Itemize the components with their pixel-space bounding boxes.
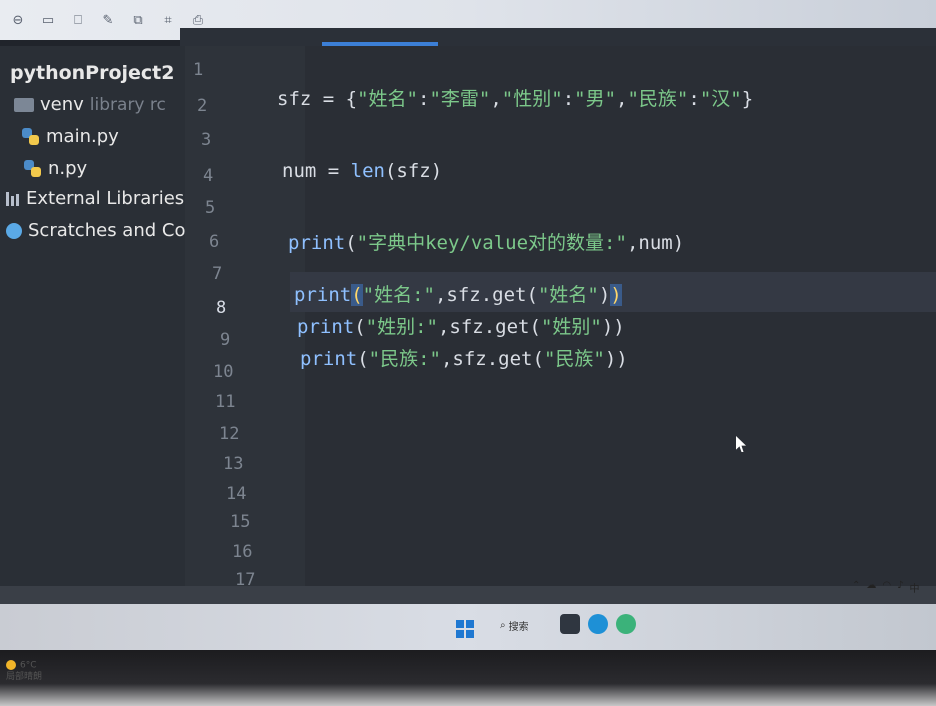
volume-icon: ♪ (897, 580, 904, 591)
window-icon[interactable]: ▭ (40, 12, 56, 28)
sidebar-item-venv[interactable]: venv library rc (14, 94, 166, 115)
sidebar-item-label: venv (40, 94, 84, 115)
code-line-8[interactable]: print("姓名:",sfz.get("姓名")) (294, 280, 622, 307)
line-number-gutter: 1 2 3 4 5 6 7 8 9 10 11 12 13 14 15 16 1… (185, 46, 305, 590)
sidebar-item-scratches[interactable]: Scratches and Co (6, 220, 185, 241)
project-root[interactable]: pythonProject2 (10, 62, 175, 84)
edge-browser-icon[interactable] (588, 614, 608, 634)
weather-temp: 6°C (20, 660, 37, 671)
sidebar-item-main-py[interactable]: main.py (22, 126, 119, 147)
pycharm-icon[interactable] (616, 614, 636, 634)
cloud-icon: ☁ (866, 580, 877, 591)
line-number: 7 (212, 264, 223, 284)
sidebar-item-external-libraries[interactable]: External Libraries (6, 188, 184, 209)
python-file-icon (24, 159, 42, 178)
crop-icon[interactable]: ⌗ (160, 12, 176, 28)
sidebar-item-label: main.py (46, 126, 119, 147)
search-label: 搜索 (508, 622, 529, 633)
sun-icon (6, 660, 16, 670)
scratches-icon (6, 222, 22, 239)
wifi-icon: ◠ (882, 580, 892, 591)
status-bar (0, 586, 936, 604)
project-sidebar: pythonProject2 venv library rc main.py n… (0, 46, 185, 636)
sidebar-item-label: External Libraries (26, 188, 185, 209)
weather-widget[interactable]: 6°C 局部晴朗 (6, 660, 42, 683)
line-number: 2 (197, 96, 208, 116)
sidebar-item-label: Scratches and Co (28, 220, 186, 241)
line-number: 4 (203, 166, 214, 186)
edit-icon[interactable]: ✎ (100, 12, 116, 28)
system-tray[interactable]: ⌃ ☁ ◠ ♪ 中 (852, 580, 920, 595)
code-line-10[interactable]: print("民族:",sfz.get("民族")) (300, 344, 628, 371)
python-file-icon (22, 127, 40, 146)
code-line-2[interactable]: sfz = {"姓名":"李雷","性别":"男","民族":"汉"} (277, 84, 753, 111)
line-number: 1 (193, 60, 204, 80)
code-line-9[interactable]: print("姓别:",sfz.get("姓别")) (297, 312, 625, 339)
line-number: 15 (230, 512, 251, 532)
line-number: 6 (209, 232, 220, 252)
laptop-bezel (0, 650, 936, 706)
ide-window: ⊖ ▭ ⎕ ✎ ⧉ ⌗ ⎙ pythonProject2 venv librar… (0, 0, 936, 650)
line-number: 14 (226, 484, 247, 504)
line-number: 3 (201, 130, 212, 150)
sidebar-item-n-py[interactable]: n.py (24, 158, 87, 179)
sidebar-item-hint: library rc (89, 94, 166, 115)
code-line-4[interactable]: num = len(sfz) (282, 160, 442, 182)
editor-tabs[interactable] (180, 28, 936, 46)
line-number: 13 (223, 454, 244, 474)
line-number: 11 (215, 392, 236, 412)
project-name: pythonProject2 (10, 62, 175, 84)
line-number-active: 8 (216, 298, 227, 318)
line-number: 16 (232, 542, 253, 562)
chevron-up-icon[interactable]: ⌃ (852, 580, 860, 595)
folder-icon (14, 97, 34, 112)
search-icon: ⌕ (500, 620, 506, 631)
library-icon (6, 191, 20, 206)
copy-icon[interactable]: ⧉ (130, 12, 146, 28)
line-number: 12 (219, 424, 240, 444)
line-number: 9 (220, 330, 231, 350)
taskbar-search[interactable]: ⌕ 搜索 (500, 618, 529, 633)
sidebar-item-label: n.py (48, 158, 88, 179)
save-icon[interactable]: ⎙ (190, 12, 206, 28)
windows-start-icon[interactable] (456, 620, 474, 638)
line-number: 10 (213, 362, 234, 382)
input-method-indicator[interactable]: 中 (910, 580, 920, 595)
new-file-icon[interactable]: ⎕ (70, 12, 86, 28)
zoom-out-icon[interactable]: ⊖ (10, 12, 26, 28)
file-explorer-icon[interactable] (560, 614, 580, 634)
weather-desc: 局部晴朗 (6, 671, 43, 682)
line-number: 5 (205, 198, 216, 218)
code-line-6[interactable]: print("字典中key/value对的数量:",num) (288, 228, 684, 255)
